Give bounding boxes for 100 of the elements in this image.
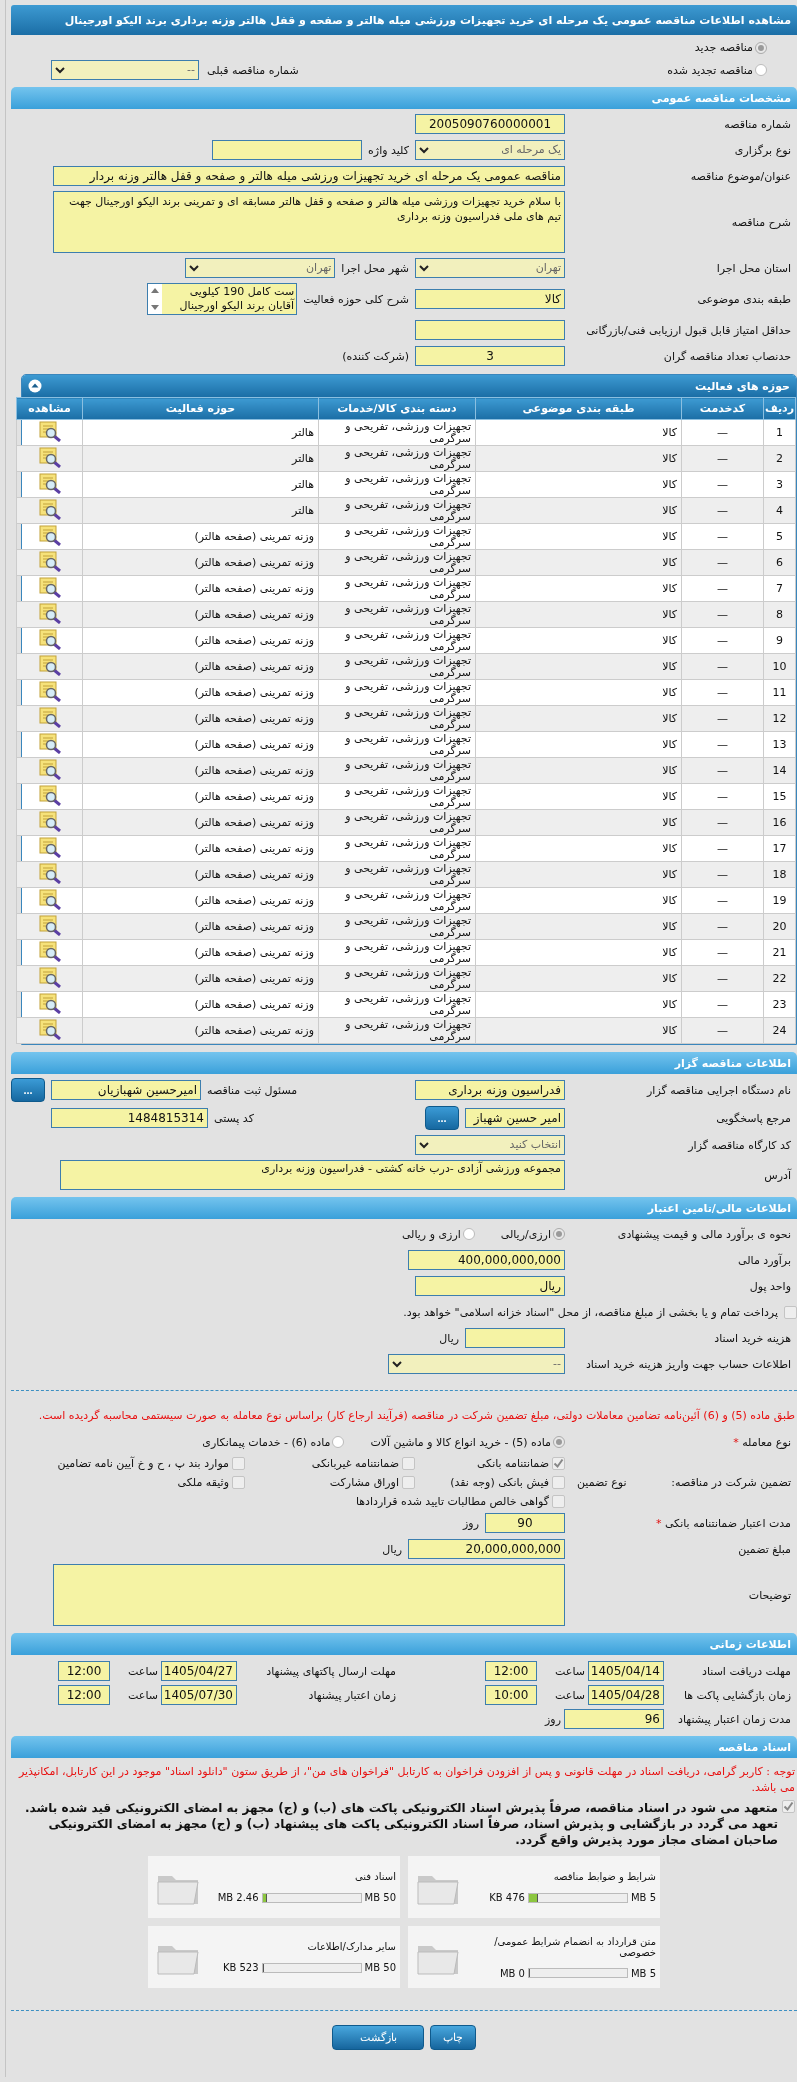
document-search-icon[interactable] — [37, 550, 62, 572]
checkbox[interactable] — [402, 1476, 415, 1489]
checkbox[interactable] — [552, 1476, 565, 1489]
checkbox[interactable] — [782, 1800, 795, 1813]
time-field[interactable]: 12:00 — [58, 1661, 110, 1681]
document-search-icon[interactable] — [37, 992, 62, 1014]
document-search-icon[interactable] — [37, 706, 62, 728]
time-field[interactable]: 12:00 — [58, 1685, 110, 1705]
document-search-icon[interactable] — [37, 628, 62, 650]
text-area[interactable] — [53, 1564, 565, 1626]
table-cell: تجهیزات ورزشی، تفریحی و سرگرمی — [318, 913, 476, 940]
document-search-icon[interactable] — [37, 654, 62, 676]
document-search-icon[interactable] — [37, 420, 62, 442]
document-search-icon[interactable] — [37, 446, 62, 468]
table-cell: — — [681, 861, 764, 888]
text-field[interactable] — [415, 320, 565, 340]
text-area[interactable]: با سلام خرید تجهیزات ورزشی میله هالتر و صفحه و قفل هالتر مسابقه ای و تمرینی برند الیکو اورجینال جهت تیم های ملی فدراسیون وزنه برداری — [53, 191, 565, 253]
table-cell: 7 — [763, 575, 796, 602]
text-field[interactable]: مناقصه عمومی یک مرحله ای خرید تجهیزات ورزشی میله هالتر و صفحه و قفل هالتر وزنه بردار — [53, 166, 565, 186]
table-cell: کالا — [475, 601, 682, 628]
text-field[interactable]: امیر حسین شهباز — [465, 1108, 565, 1128]
document-search-icon[interactable] — [37, 966, 62, 988]
table-cell: تجهیزات ورزشی، تفریحی و سرگرمی — [318, 497, 476, 524]
date-field[interactable]: 1405/07/30 — [161, 1685, 237, 1705]
document-search-icon[interactable] — [37, 576, 62, 598]
document-search-icon[interactable] — [37, 914, 62, 936]
checkbox[interactable] — [552, 1495, 565, 1508]
print-button[interactable]: چاپ — [430, 2025, 476, 2050]
radio-button[interactable] — [755, 64, 767, 76]
date-field[interactable]: 1405/04/27 — [161, 1661, 237, 1681]
table-cell: تجهیزات ورزشی، تفریحی و سرگرمی — [318, 575, 476, 602]
text-field[interactable] — [465, 1328, 565, 1348]
document-search-icon[interactable] — [37, 602, 62, 624]
table-cell: وزنه تمرینی (صفحه هالتر) — [82, 523, 319, 550]
radio-button[interactable] — [553, 1228, 565, 1240]
table-cell: تجهیزات ورزشی، تفریحی و سرگرمی — [318, 653, 476, 680]
table-cell: هالتر — [82, 497, 319, 524]
dropdown[interactable]: انتخاب کنید — [415, 1135, 565, 1155]
table-cell: — — [681, 835, 764, 862]
document-search-icon[interactable] — [37, 836, 62, 858]
table-cell: کالا — [475, 549, 682, 576]
list-box[interactable]: ست کامل 190 کیلویی آقایان برند الیکو اورجینال — [147, 283, 298, 315]
date-field[interactable]: 1405/04/28 — [588, 1685, 664, 1705]
document-search-icon[interactable] — [37, 862, 62, 884]
dropdown[interactable]: تهران — [415, 258, 565, 278]
back-button[interactable]: بازگشت — [332, 2025, 424, 2050]
field-label: آدرس — [763, 1168, 793, 1182]
document-search-icon[interactable] — [37, 758, 62, 780]
radio-button[interactable] — [553, 1436, 565, 1448]
text-field[interactable]: 2005090760000001 — [415, 114, 565, 134]
checkbox[interactable] — [232, 1476, 245, 1489]
text-area[interactable]: مجموعه ورزشی آزادی -درب خانه کشتی - فدراسیون وزنه برداری — [60, 1160, 565, 1190]
table-cell: وزنه تمرینی (صفحه هالتر) — [82, 757, 319, 784]
document-search-icon[interactable] — [37, 524, 62, 546]
document-search-icon[interactable] — [37, 1018, 62, 1040]
document-search-icon[interactable] — [37, 498, 62, 520]
text-field[interactable]: 20,000,000,000 — [408, 1539, 565, 1559]
document-search-icon[interactable] — [37, 784, 62, 806]
text-field[interactable]: فدراسیون وزنه برداری — [415, 1080, 565, 1100]
document-search-icon[interactable] — [37, 472, 62, 494]
text-field[interactable]: کالا — [415, 289, 565, 309]
document-search-icon[interactable] — [37, 888, 62, 910]
browse-button[interactable]: ... — [11, 1078, 45, 1102]
time-field[interactable]: 12:00 — [485, 1661, 537, 1681]
dropdown[interactable]: یک مرحله ای — [415, 140, 565, 160]
collapse-icon[interactable] — [28, 379, 42, 393]
document-search-icon[interactable] — [37, 732, 62, 754]
checkbox[interactable] — [552, 1457, 565, 1470]
text-field[interactable]: امیرحسین شهبازیان — [51, 1080, 201, 1100]
text-field[interactable]: 96 — [564, 1709, 664, 1729]
radio-button[interactable] — [332, 1436, 345, 1448]
document-search-icon[interactable] — [37, 940, 62, 962]
radio-button[interactable] — [755, 41, 767, 54]
table-cell: 3 — [763, 471, 796, 498]
document-search-icon[interactable] — [37, 810, 62, 832]
radio-label: مناقصه تجدید شده — [667, 63, 753, 77]
text-field[interactable]: 3 — [415, 346, 565, 366]
checkbox[interactable] — [232, 1457, 245, 1470]
radio-button[interactable] — [462, 1228, 475, 1240]
text-field[interactable]: 1484815314 — [51, 1108, 208, 1128]
checkbox-label: گواهی خالص مطالبات تایید شده قراردادها — [355, 1495, 549, 1508]
date-field[interactable]: 1405/04/14 — [588, 1661, 664, 1681]
dropdown[interactable]: تهران — [185, 258, 336, 278]
field-label: شماره مناقصه قبلی — [207, 63, 299, 77]
dropdown[interactable]: -- — [51, 60, 199, 80]
text-field[interactable]: 90 — [485, 1513, 565, 1533]
table-cell: کالا — [475, 497, 682, 524]
text-field[interactable] — [212, 140, 363, 160]
browse-button[interactable]: ... — [425, 1106, 459, 1130]
checkbox[interactable] — [784, 1305, 797, 1319]
table-cell: کالا — [475, 575, 682, 602]
document-search-icon[interactable] — [37, 680, 62, 702]
dropdown[interactable]: -- — [388, 1354, 565, 1374]
field-label: عنوان/موضوع مناقصه — [689, 169, 792, 183]
checkbox[interactable] — [402, 1457, 415, 1470]
text-field[interactable]: 400,000,000,000 — [408, 1250, 565, 1270]
text-field[interactable]: ریال — [415, 1276, 565, 1296]
time-field[interactable]: 10:00 — [485, 1685, 537, 1705]
table-cell: وزنه تمرینی (صفحه هالتر) — [82, 627, 319, 654]
commitment-text: متعهد می شود در اسناد مناقصه، صرفاً پذیرش اسناد الکترونیکی پاکت های (ب) و (ج) مجهز به امضای الکترونیکی قید شده باشد. تعهد می گردد در بازگشایی و پذیرش اسناد، صرفاً اسناد الکترونیکی پاکت های پیشنهاد (ب) و (ج) مجهز به امضای الکترونیکی صاحبان امضای مجاز مورد پذیرش واقع گردد. — [24, 1800, 778, 1848]
